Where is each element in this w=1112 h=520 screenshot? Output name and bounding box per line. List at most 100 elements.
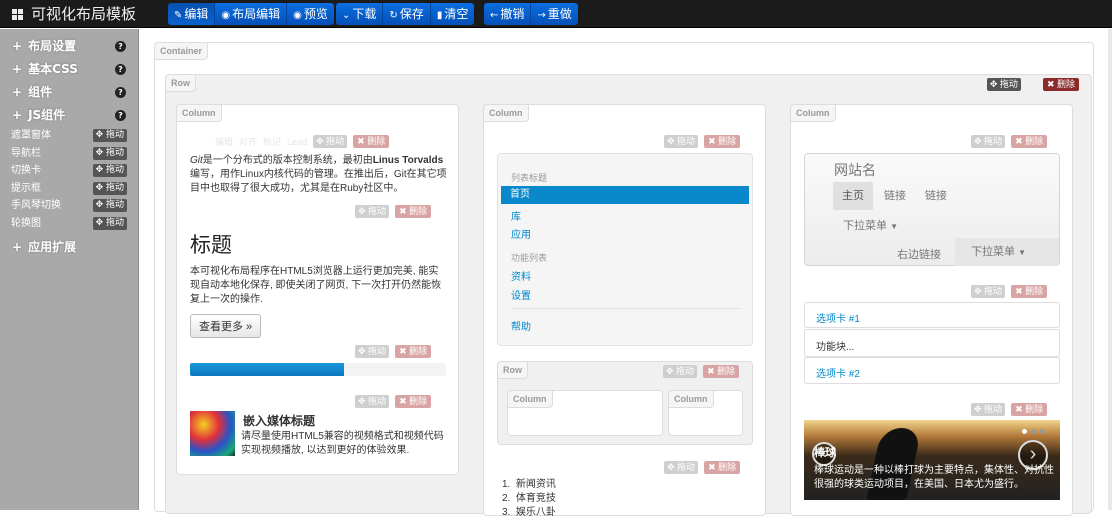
ghost-align[interactable]: 对齐: [239, 135, 257, 148]
nav-item-profile[interactable]: 资料: [511, 268, 531, 283]
download-button[interactable]: ⌄ 下载: [336, 3, 384, 25]
drag-handle[interactable]: ✥ 拖动: [92, 146, 127, 160]
sidebar-basic-css[interactable]: + 基本CSS?: [0, 58, 138, 81]
nav-link-1[interactable]: 链接: [884, 182, 906, 210]
feature-list-header: 功能列表: [511, 253, 548, 263]
layout-edit-button[interactable]: ◉ 布局编辑: [215, 3, 288, 25]
delete-button[interactable]: ✖ 删除: [395, 205, 432, 218]
drag-handle[interactable]: ✥ 拖动: [664, 135, 699, 148]
sidebar-js-components[interactable]: + JS组件?: [0, 104, 138, 127]
sidebar-item-carousel[interactable]: 轮换图 ✥ 拖动: [0, 215, 138, 233]
drag-handle[interactable]: ✥ 拖动: [663, 365, 698, 378]
media-text: 请尽量使用HTML5兼容的视频格式和视频代码实现视频播放, 以达到更好的体验效果…: [241, 431, 444, 456]
drag-handle[interactable]: ✥ 拖动: [971, 135, 1006, 148]
drag-handle[interactable]: ✥ 拖动: [355, 205, 390, 218]
help-icon[interactable]: ?: [115, 41, 126, 52]
undo-button[interactable]: ← 撤销: [484, 3, 532, 25]
sidebar-item-tabs[interactable]: 切换卡 ✥ 拖动: [0, 162, 138, 180]
grid-icon: [12, 9, 23, 20]
page-scrollbar[interactable]: [1108, 29, 1112, 510]
arrow-right-icon: →: [537, 10, 546, 21]
site-name[interactable]: 网站名: [834, 160, 876, 180]
ol-item: 1. 新闻资讯: [502, 479, 556, 490]
caret-down-icon: ▼: [890, 222, 898, 231]
drag-handle[interactable]: ✥ 拖动: [355, 395, 390, 408]
help-icon[interactable]: ?: [115, 64, 126, 75]
indicator-dot[interactable]: [1022, 429, 1027, 434]
clear-button[interactable]: ▮ 清空: [430, 3, 475, 25]
save-button[interactable]: ↻ 保存: [383, 3, 431, 25]
right-link[interactable]: 右边链接: [897, 246, 941, 262]
nav-home[interactable]: 主页: [833, 182, 873, 210]
file-group: ⌄ 下载 ↻ 保存 ▮ 清空: [336, 3, 475, 25]
row-drag-handle[interactable]: ✥ 拖动: [986, 78, 1021, 91]
tab-2-label: 选项卡 #2: [816, 369, 860, 380]
right-dropdown[interactable]: 下拉菜单 ▼: [955, 238, 1059, 266]
nav-item-apps[interactable]: 应用: [511, 226, 531, 241]
carousel-indicators[interactable]: [1022, 429, 1045, 434]
sidebar-item-accordion[interactable]: 手风琴切换 ✥ 拖动: [0, 197, 138, 215]
delete-button[interactable]: ✖ 删除: [1011, 135, 1048, 148]
redo-button[interactable]: → 重做: [531, 3, 578, 25]
edit-button[interactable]: ✎ 编辑: [168, 3, 216, 25]
column-1: Column 编辑 对齐 标记 Lead ✥ 拖动 ✖ 删除 Git是一个分布式…: [176, 104, 459, 475]
delete-button[interactable]: ✖ 删除: [395, 345, 432, 358]
nested-row-controls: ✥ 拖动 ✖ 删除: [663, 365, 740, 378]
preview-button[interactable]: ◉ 预览: [287, 3, 334, 25]
delete-button[interactable]: ✖ 删除: [1011, 403, 1048, 416]
drag-handle[interactable]: ✥ 拖动: [971, 285, 1006, 298]
sidebar-item-modal[interactable]: 遮罩窗体 ✥ 拖动: [0, 127, 138, 145]
media-thumbnail: [190, 411, 235, 456]
delete-button[interactable]: ✖ 删除: [1011, 285, 1048, 298]
indicator-dot[interactable]: [1040, 429, 1045, 434]
delete-button[interactable]: ✖ 删除: [704, 135, 741, 148]
sidebar-components[interactable]: + 组件?: [0, 81, 138, 104]
hero-controls: ✥ 拖动 ✖ 删除: [355, 205, 432, 218]
help-icon[interactable]: ?: [115, 87, 126, 98]
nav-dropdown[interactable]: 下拉菜单 ▼: [843, 217, 898, 233]
drag-handle[interactable]: ✥ 拖动: [92, 199, 127, 212]
nav-item-home[interactable]: 首页: [501, 186, 749, 204]
sidebar-app-extensions[interactable]: + 应用扩展: [0, 236, 138, 259]
delete-button[interactable]: ✖ 删除: [395, 395, 432, 408]
indicator-dot[interactable]: [1031, 429, 1036, 434]
drag-handle[interactable]: ✥ 拖动: [92, 181, 127, 195]
tab-content: 功能块...: [804, 329, 1060, 357]
edit-icon: ✎: [174, 10, 183, 21]
eye-icon: ◉: [293, 10, 302, 21]
drag-handle[interactable]: ✥ 拖动: [92, 164, 127, 177]
nav-item-settings[interactable]: 设置: [511, 287, 531, 302]
tab-1[interactable]: 选项卡 #1: [804, 302, 1060, 328]
ghost-mark[interactable]: 标记: [263, 135, 281, 148]
sidebar-item-navbar[interactable]: 导航栏 ✥ 拖动: [0, 145, 138, 163]
arrow-left-icon: ←: [490, 10, 499, 21]
plus-icon: +: [12, 39, 23, 53]
nested-column-1: Column: [507, 390, 663, 436]
row-delete-button[interactable]: ✖ 删除: [1042, 78, 1079, 91]
drag-handle[interactable]: ✥ 拖动: [355, 345, 390, 358]
hero-text: 本可视化布局程序在HTML5浏览器上运行更加完美, 能实现自动本地化保存, 即使…: [190, 266, 442, 305]
nav-item-help[interactable]: 帮助: [511, 318, 531, 333]
git-paragraph: Git是一个分布式的版本控制系统，最初由Linus Torvalds编写，用作L…: [190, 155, 447, 194]
delete-button[interactable]: ✖ 删除: [703, 365, 740, 378]
view-more-button[interactable]: 查看更多 »: [190, 314, 262, 338]
drag-handle[interactable]: ✥ 拖动: [92, 216, 127, 230]
nav-link-2[interactable]: 链接: [925, 182, 947, 210]
drag-handle[interactable]: ✥ 拖动: [971, 403, 1006, 416]
column-label: Column: [176, 104, 222, 122]
tab-2[interactable]: 选项卡 #2: [804, 357, 1060, 384]
ghost-edit[interactable]: 编辑: [215, 135, 233, 148]
app-brand[interactable]: 可视化布局模板: [12, 0, 136, 28]
delete-button[interactable]: ✖ 删除: [353, 135, 390, 148]
delete-button[interactable]: ✖ 删除: [704, 461, 741, 474]
ghost-lead[interactable]: Lead: [287, 137, 307, 147]
drag-handle[interactable]: ✥ 拖动: [313, 135, 348, 148]
nav-item-library[interactable]: 库: [511, 208, 521, 223]
sidebar-layout-settings[interactable]: + 布局设置?: [0, 35, 138, 58]
ol-controls: ✥ 拖动 ✖ 删除: [664, 461, 741, 474]
drag-handle[interactable]: ✥ 拖动: [664, 461, 699, 474]
tab-1-label: 选项卡 #1: [816, 314, 860, 325]
sidebar-item-tooltip[interactable]: 提示框 ✥ 拖动: [0, 180, 138, 198]
drag-handle[interactable]: ✥ 拖动: [92, 129, 127, 142]
help-icon[interactable]: ?: [115, 110, 126, 121]
